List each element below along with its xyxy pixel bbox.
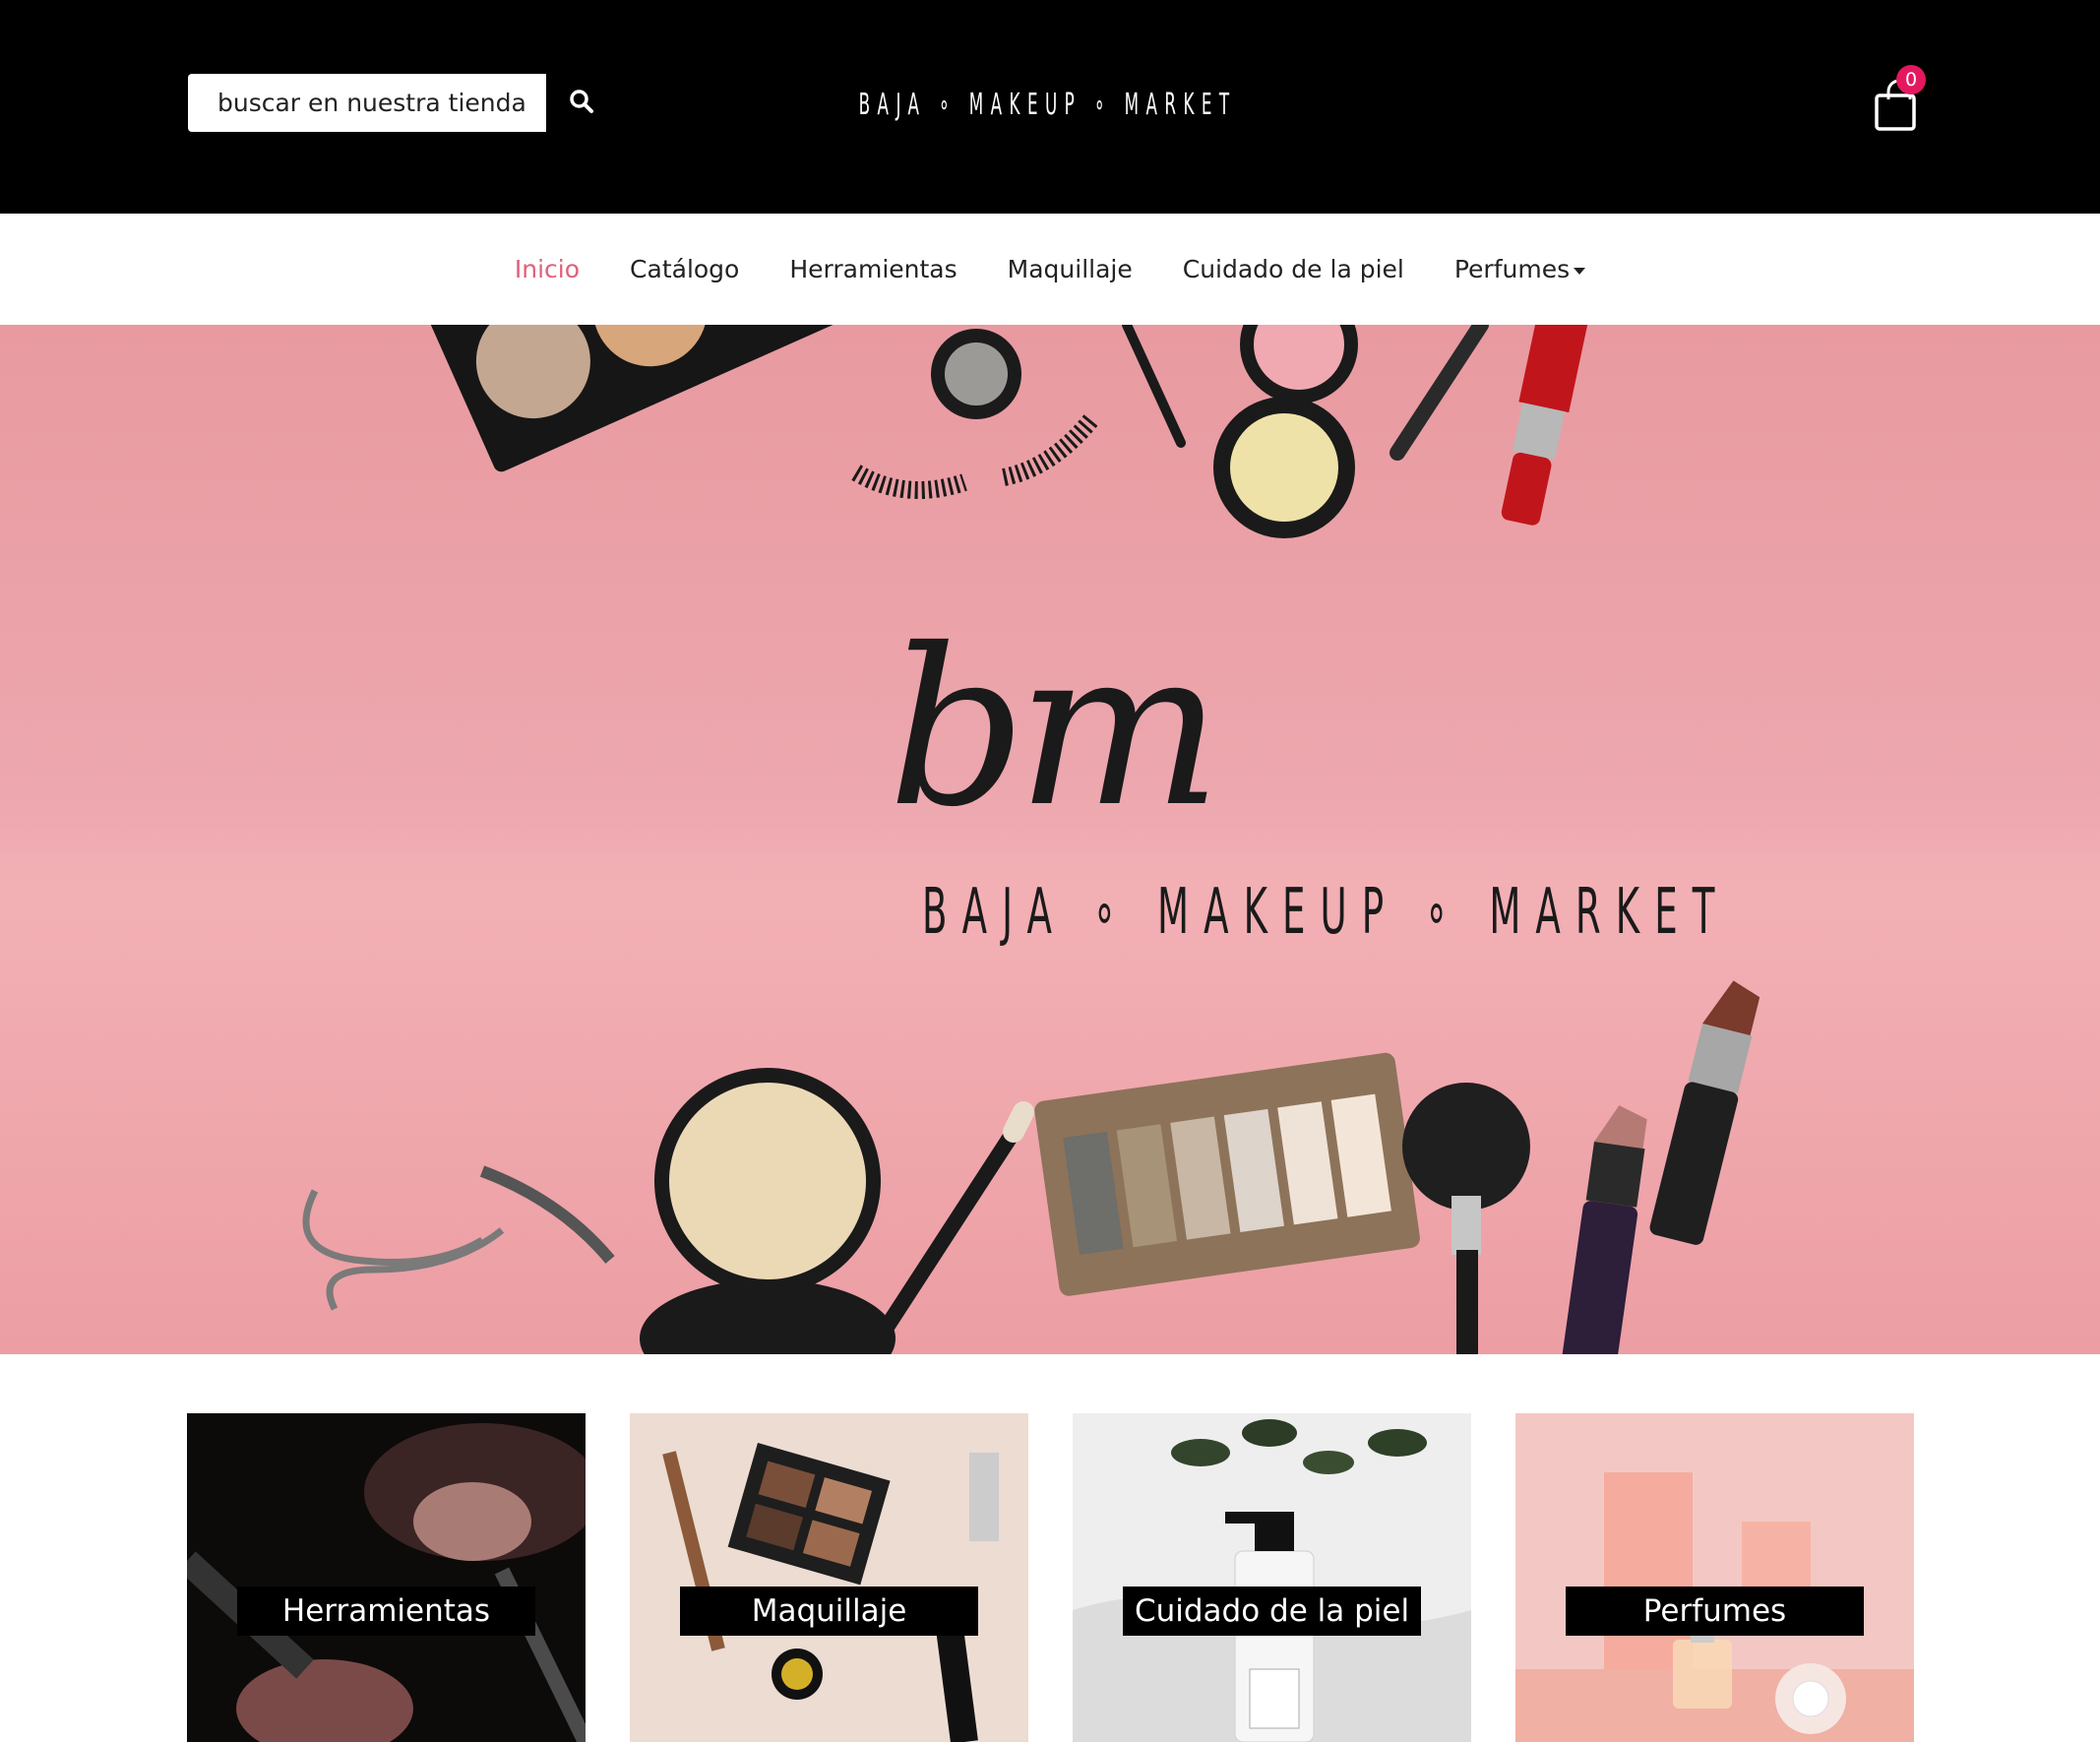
category-label: Herramientas [237,1586,535,1636]
nav-item-maquillaje[interactable]: Maquillaje [1008,255,1133,283]
category-label: Maquillaje [680,1586,978,1636]
search-input[interactable] [188,74,546,132]
hero-logo: bm BAJA ∘ MAKEUP ∘ MARKET [630,600,1714,1033]
caret-down-icon [1574,267,1586,275]
tools-photo [187,1413,586,1742]
category-grid: Herramientas Maquillaje Cuidado de la pi… [187,1413,1915,1742]
nav-item-inicio[interactable]: Inicio [515,255,580,283]
top-header: BAJA ∘ MAKEUP ∘ MARKET 0 [0,0,2100,214]
perfume-photo [1515,1413,1914,1742]
main-nav: Inicio Catálogo Herramientas Maquillaje … [0,214,2100,325]
hero-brand-name: BAJA ∘ MAKEUP ∘ MARKET [922,876,1730,949]
category-card-cuidado-de-la-piel[interactable]: Cuidado de la piel [1073,1413,1471,1742]
hero-banner: bm BAJA ∘ MAKEUP ∘ MARKET [0,325,2100,1354]
nav-item-herramientas[interactable]: Herramientas [789,255,957,283]
category-label: Cuidado de la piel [1123,1586,1421,1636]
category-card-maquillaje[interactable]: Maquillaje [630,1413,1028,1742]
nav-item-perfumes[interactable]: Perfumes [1453,255,1586,283]
cart-button[interactable]: 0 [1868,65,1931,134]
makeup-photo [630,1413,1028,1742]
category-card-herramientas[interactable]: Herramientas [187,1413,586,1742]
category-card-perfumes[interactable]: Perfumes [1515,1413,1914,1742]
cart-count-badge: 0 [1896,65,1926,94]
search-button[interactable] [546,74,617,132]
nav-item-cuidado-de-la-piel[interactable]: Cuidado de la piel [1183,255,1404,283]
category-label: Perfumes [1566,1586,1864,1636]
search-icon [569,89,594,117]
nav-item-perfumes-label: Perfumes [1453,255,1571,283]
hero-monogram: bm [888,602,1221,854]
brand-name: BAJA ∘ MAKEUP ∘ MARKET [859,87,1237,122]
nav-item-catalogo[interactable]: Catálogo [630,255,739,283]
skincare-photo [1073,1413,1471,1742]
search-form [188,74,617,132]
brand-logo[interactable]: BAJA ∘ MAKEUP ∘ MARKET [851,83,1245,126]
